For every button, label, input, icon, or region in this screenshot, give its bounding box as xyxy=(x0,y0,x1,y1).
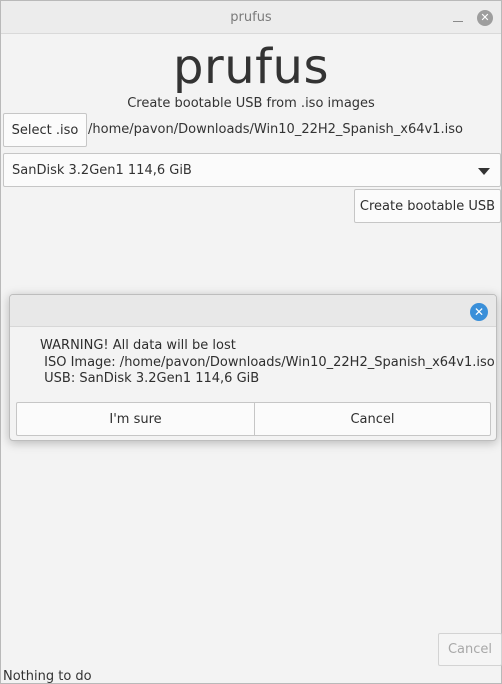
iso-path-label: /home/pavon/Downloads/Win10_22H2_Spanish… xyxy=(88,122,463,137)
dialog-message: WARNING! All data will be lost ISO Image… xyxy=(40,338,495,388)
iso-image-text: ISO Image: /home/pavon/Downloads/Win10_2… xyxy=(40,354,495,370)
confirm-dialog: ✕ WARNING! All data will be lost ISO Ima… xyxy=(9,294,497,441)
dialog-cancel-button[interactable]: Cancel xyxy=(254,402,491,436)
select-iso-button[interactable]: Select .iso xyxy=(3,113,87,147)
usb-device-select[interactable]: SanDisk 3.2Gen1 114,6 GiB xyxy=(3,153,501,187)
chevron-down-icon xyxy=(478,168,490,175)
dialog-header[interactable]: ✕ xyxy=(10,295,496,327)
close-icon: ✕ xyxy=(480,11,490,24)
dialog-close-button[interactable]: ✕ xyxy=(470,303,488,321)
close-icon: ✕ xyxy=(473,305,485,319)
usb-device-value: SanDisk 3.2Gen1 114,6 GiB xyxy=(12,163,192,178)
minimize-button[interactable] xyxy=(450,10,466,26)
warning-text: WARNING! All data will be lost xyxy=(40,338,236,353)
window-close-button[interactable]: ✕ xyxy=(477,10,493,26)
cancel-button[interactable]: Cancel xyxy=(438,633,502,666)
create-bootable-usb-button[interactable]: Create bootable USB xyxy=(354,189,501,223)
minimize-icon xyxy=(453,20,463,22)
main-window: prufus ✕ prufus Create bootable USB from… xyxy=(0,0,502,684)
app-subtitle: Create bootable USB from .iso images xyxy=(127,96,375,111)
usb-text: USB: SanDisk 3.2Gen1 114,6 GiB xyxy=(40,371,260,386)
status-text: Nothing to do xyxy=(3,669,92,684)
title-bar[interactable]: prufus ✕ xyxy=(1,1,501,34)
app-logo: prufus xyxy=(173,39,329,95)
window-title: prufus xyxy=(230,10,272,25)
im-sure-button[interactable]: I'm sure xyxy=(16,402,255,436)
